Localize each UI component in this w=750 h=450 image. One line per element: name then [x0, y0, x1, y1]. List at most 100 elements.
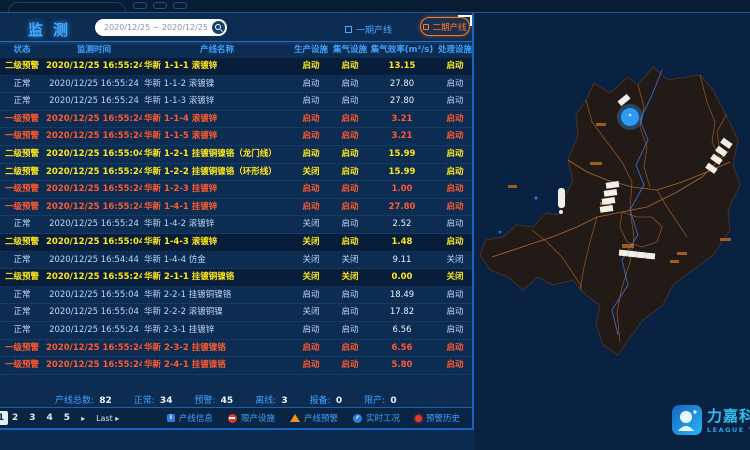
row-line-name: 华新 1-2-1 挂镀铜镍铬（龙门线） [144, 146, 290, 164]
table-row[interactable]: 正常 2020/12/25 16:55:24 华新 1-4-2 滚镀锌 关闭 启… [0, 216, 472, 234]
row-efficiency: 18.49 [370, 287, 434, 305]
col-status: 状态 [0, 42, 44, 60]
row-status: 正常 [0, 76, 44, 94]
checkbox-icon [345, 26, 352, 33]
league-tech-icon [672, 405, 702, 435]
table-row[interactable]: 正常 2020/12/25 16:55:24 华新 2-3-1 挂镀锌 启动 启… [0, 322, 472, 340]
row-time: 2020/12/25 16:55:24 [46, 93, 142, 111]
row-production-state: 启动 [292, 76, 330, 94]
row-status: 正常 [0, 252, 44, 270]
row-gas-state: 关闭 [331, 269, 369, 287]
row-gas-state: 启动 [331, 357, 369, 375]
legend-item[interactable]: 预警历史 [415, 412, 460, 424]
tri-icon [290, 414, 300, 422]
legend-label: 限产设施 [241, 412, 275, 424]
row-line-name: 华新 2-2-1 挂镀铜镍铬 [144, 287, 290, 305]
summary-item: 正常: 34 [134, 393, 173, 406]
phase1-checkbox[interactable]: 一期产线 [345, 23, 392, 36]
page-button[interactable]: 2 [12, 413, 18, 423]
next-page-button[interactable]: ▸ [81, 414, 85, 423]
dot-icon [415, 415, 422, 422]
row-status: 一级预警 [0, 199, 44, 217]
legend-item[interactable]: 产线预警 [290, 412, 338, 424]
row-efficiency: 15.99 [370, 164, 434, 182]
search-icon[interactable] [212, 21, 225, 34]
table-row[interactable]: 二级预警 2020/12/25 16:55:04 华新 1-2-1 挂镀铜镍铬（… [0, 146, 472, 164]
table-row[interactable]: 二级预警 2020/12/25 16:55:24 华新 1-2-2 挂镀铜镍铬（… [0, 164, 472, 182]
row-status: 正常 [0, 93, 44, 111]
page-button[interactable]: 4 [47, 413, 53, 423]
pagination: 12 3 4 5 ▸ Last ▸ [0, 408, 119, 428]
summary-label: 报备 [310, 396, 328, 406]
legend-label: 实时工况 [366, 412, 400, 424]
row-efficiency: 5.80 [370, 357, 434, 375]
table-row[interactable]: 正常 2020/12/25 16:55:24 华新 1-1-3 滚镀锌 启动 启… [0, 93, 472, 111]
table-row[interactable]: 正常 2020/12/25 16:55:04 华新 2-2-1 挂镀铜镍铬 启动… [0, 287, 472, 305]
row-efficiency: 27.80 [370, 76, 434, 94]
row-time: 2020/12/25 16:55:24 [46, 164, 142, 182]
row-status: 正常 [0, 304, 44, 322]
table-row[interactable]: 正常 2020/12/25 16:55:24 华新 1-1-2 滚镀镍 启动 启… [0, 76, 472, 94]
table-row[interactable]: 一级预警 2020/12/25 16:55:24 华新 2-4-1 挂镀镍铬 启… [0, 357, 472, 375]
table-row[interactable]: 一级预警 2020/12/25 16:55:24 华新 2-3-2 挂镀镍铬 启… [0, 340, 472, 358]
search-input[interactable] [95, 19, 207, 36]
legend-item[interactable]: i产线信息 [167, 412, 213, 424]
map-legend: i产线信息 限产设施 产线预警 实时工况 预警历史 [167, 412, 472, 424]
row-time: 2020/12/25 16:55:24 [46, 76, 142, 94]
page-button-active[interactable]: 1 [0, 411, 8, 425]
table-row[interactable]: 二级预警 2020/12/25 16:55:24 华新 2-1-1 挂镀铜镍铬 … [0, 269, 472, 287]
table-body: 二级预警 2020/12/25 16:55:24 华新 1-1-1 滚镀锌 启动… [0, 58, 472, 375]
row-gas-state: 启动 [331, 304, 369, 322]
table-row[interactable]: 一级预警 2020/12/25 16:55:24 华新 1-1-4 滚镀锌 启动… [0, 111, 472, 129]
summary-value: 34 [157, 396, 173, 406]
table-row[interactable]: 正常 2020/12/25 16:54:44 华新 1-4-4 仿金 关闭 关闭… [0, 252, 472, 270]
browser-tab-ghost [8, 2, 126, 12]
col-treatment: 处理设施 [437, 42, 473, 60]
row-status: 一级预警 [0, 181, 44, 199]
row-time: 2020/12/25 16:55:24 [46, 216, 142, 234]
legend-item[interactable]: 实时工况 [353, 412, 400, 424]
summary-value: 3 [278, 396, 287, 406]
row-treatment-state: 启动 [437, 357, 473, 375]
table-row[interactable]: 正常 2020/12/25 16:55:04 华新 2-2-2 滚镀铜镍 关闭 … [0, 304, 472, 322]
row-treatment-state: 启动 [437, 340, 473, 358]
table-row[interactable]: 一级预警 2020/12/25 16:55:24 华新 1-2-3 挂镀锌 启动… [0, 181, 472, 199]
summary-value: 0 [387, 396, 396, 406]
row-status: 二级预警 [0, 58, 44, 76]
district-map[interactable] [474, 13, 750, 450]
row-efficiency: 13.15 [370, 58, 434, 76]
summary-item: 产线总数: 82 [55, 393, 112, 406]
row-production-state: 启动 [292, 93, 330, 111]
table-row[interactable]: 一级预警 2020/12/25 16:55:24 华新 1-1-5 滚镀锌 启动… [0, 128, 472, 146]
row-time: 2020/12/25 16:55:04 [46, 287, 142, 305]
brand-logo: 力嘉科技 LEAGUE TECH [672, 405, 750, 435]
row-production-state: 关闭 [292, 234, 330, 252]
row-production-state: 启动 [292, 111, 330, 129]
map-marker[interactable] [617, 104, 643, 130]
row-production-state: 启动 [292, 58, 330, 76]
row-status: 一级预警 [0, 111, 44, 129]
page-button[interactable]: 5 [64, 413, 70, 423]
last-page-button[interactable]: Last ▸ [96, 414, 119, 423]
window-control-ghost [173, 2, 187, 9]
row-time: 2020/12/25 16:55:04 [46, 234, 142, 252]
phase2-icon [423, 24, 429, 30]
page-button[interactable]: 3 [29, 413, 35, 423]
table-row[interactable]: 一级预警 2020/12/25 16:55:24 华新 1-4-1 挂镀锌 启动… [0, 199, 472, 217]
logo-subtitle: LEAGUE TECH [707, 426, 750, 434]
row-treatment-state: 启动 [437, 146, 473, 164]
row-production-state: 启动 [292, 340, 330, 358]
map-canvas[interactable] [474, 13, 750, 450]
row-time: 2020/12/25 16:55:24 [46, 340, 142, 358]
row-status: 二级预警 [0, 164, 44, 182]
table-row[interactable]: 二级预警 2020/12/25 16:55:04 华新 1-4-3 滚镀锌 关闭… [0, 234, 472, 252]
row-line-name: 华新 1-2-3 挂镀锌 [144, 181, 290, 199]
summary-item: 离线: 3 [255, 393, 287, 406]
row-gas-state: 启动 [331, 58, 369, 76]
table-row[interactable]: 二级预警 2020/12/25 16:55:24 华新 1-1-1 滚镀锌 启动… [0, 58, 472, 76]
col-time: 监测时间 [46, 42, 142, 60]
row-status: 一级预警 [0, 340, 44, 358]
row-efficiency: 6.56 [370, 322, 434, 340]
row-production-state: 关闭 [292, 216, 330, 234]
legend-item[interactable]: 限产设施 [228, 412, 275, 424]
